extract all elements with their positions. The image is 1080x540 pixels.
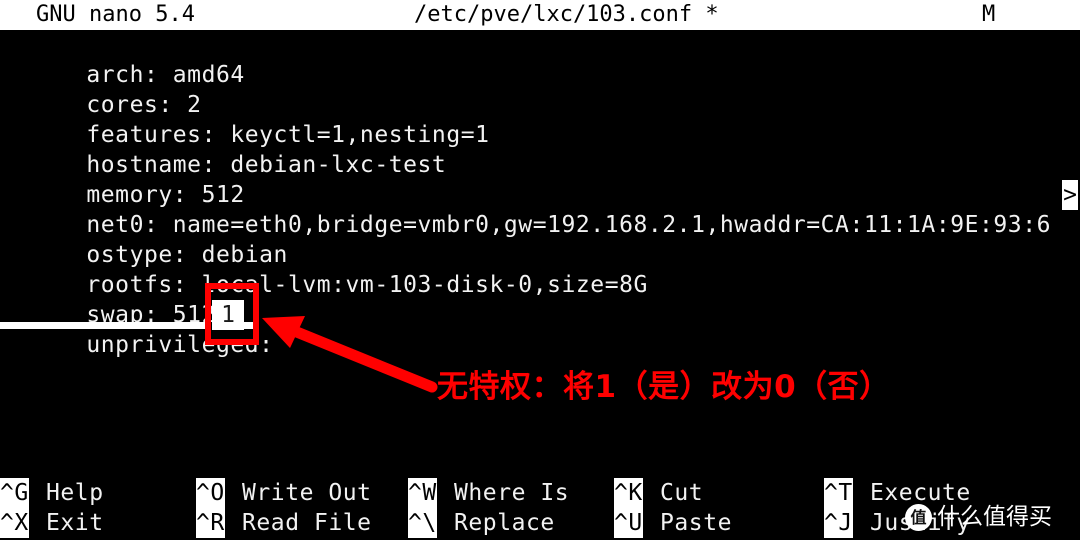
shortcut-label-exit[interactable]: Exit <box>46 508 104 538</box>
shortcut-label-help[interactable]: Help <box>46 478 104 508</box>
annotation-text: 无特权：将1（是）改为0（否） <box>437 369 891 405</box>
shortcut-label-write-out[interactable]: Write Out <box>242 478 372 508</box>
shortcut-key-write-out[interactable]: ^O <box>196 478 225 508</box>
watermark: 值 什么值得买 <box>905 500 1052 534</box>
shortcut-label-cut[interactable]: Cut <box>660 478 703 508</box>
shortcut-key-help[interactable]: ^G <box>0 478 29 508</box>
config-line-ostype: ostype: debian <box>0 210 288 268</box>
config-line-memory: memory: 512 <box>0 150 245 208</box>
config-line-swap: swap: 512 <box>0 270 216 328</box>
shortcut-key-exit[interactable]: ^X <box>0 508 29 538</box>
config-line-cores: cores: 2 <box>0 60 202 118</box>
shortcut-label-where-is[interactable]: Where Is <box>454 478 569 508</box>
shortcut-label-read-file[interactable]: Read File <box>242 508 372 538</box>
nano-program-version: GNU nano 5.4 <box>36 2 195 27</box>
watermark-text: 什么值得买 <box>937 503 1052 530</box>
config-line-rootfs: rootfs: local-lvm:vm-103-disk-0,size=8G <box>0 240 648 298</box>
terminal-screen: GNU nano 5.4 /etc/pve/lxc/103.conf * M a… <box>0 0 1080 540</box>
line-continuation-marker: > <box>1062 180 1078 210</box>
shortcut-key-paste[interactable]: ^U <box>614 508 643 538</box>
config-line-arch: arch: amd64 <box>0 30 245 88</box>
nano-modified-flag: M <box>982 2 996 27</box>
shortcut-key-where-is[interactable]: ^W <box>408 478 437 508</box>
annotation-highlight-box <box>205 283 259 345</box>
config-line-features: features: keyctl=1,nesting=1 <box>0 90 490 148</box>
config-line-hostname: hostname: debian-lxc-test <box>0 120 446 178</box>
nano-title-bar: GNU nano 5.4 /etc/pve/lxc/103.conf * M <box>0 0 1080 30</box>
nano-filename: /etc/pve/lxc/103.conf * <box>414 2 719 27</box>
shortcut-key-justify[interactable]: ^J <box>824 508 853 538</box>
shortcut-label-paste[interactable]: Paste <box>660 508 732 538</box>
shortcut-key-read-file[interactable]: ^R <box>196 508 225 538</box>
config-line-net0: net0: name=eth0,bridge=vmbr0,gw=192.168.… <box>0 180 1051 238</box>
unprivileged-row-highlight <box>0 322 210 329</box>
shortcut-label-replace[interactable]: Replace <box>454 508 555 538</box>
shortcut-key-cut[interactable]: ^K <box>614 478 643 508</box>
shortcut-key-replace[interactable]: ^\ <box>408 508 437 538</box>
shortcut-key-execute[interactable]: ^T <box>824 478 853 508</box>
watermark-logo-icon: 值 <box>905 503 932 531</box>
